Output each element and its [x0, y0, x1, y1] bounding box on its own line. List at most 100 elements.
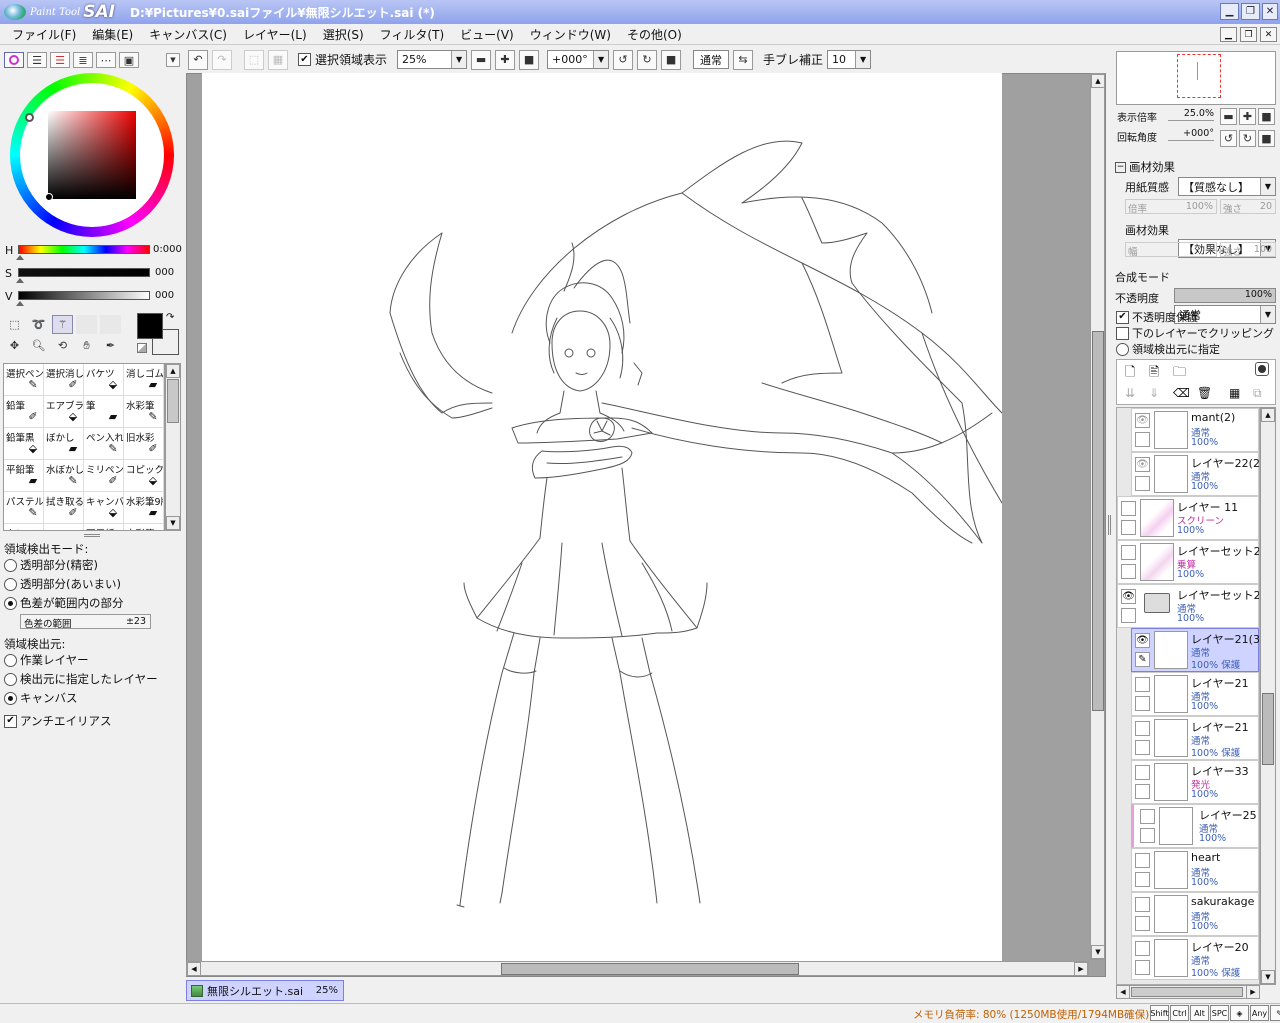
visibility-toggle[interactable]	[1121, 545, 1136, 560]
nav-zoom-in-button[interactable]: ✚	[1239, 108, 1256, 125]
detect-source-option-1[interactable]: 作業レイヤー	[4, 652, 89, 668]
mixer-tab[interactable]: ≣	[73, 52, 93, 68]
scroll-up-button[interactable]: ▲	[166, 364, 180, 378]
antialias-checkbox[interactable]: ✔	[4, 714, 17, 728]
ctrl-key[interactable]: Ctrl	[1170, 1005, 1189, 1021]
move-tool[interactable]: ✥	[4, 336, 25, 355]
navigator-preview[interactable]	[1116, 51, 1276, 105]
preserve-opacity-checkbox[interactable]: ✔	[1116, 310, 1129, 324]
color-range-slider[interactable]: 色差の範囲 ±23	[20, 614, 151, 630]
opacity-slider[interactable]: 100%	[1174, 288, 1276, 303]
eyedropper-tool[interactable]: ✒	[100, 336, 121, 355]
menu-canvas[interactable]: キャンバス(C)	[143, 26, 237, 43]
brush-icon[interactable]: ✎	[1135, 652, 1150, 667]
menu-filter[interactable]: フィルタ(T)	[374, 26, 454, 43]
detect-source-radio[interactable]	[1116, 342, 1129, 356]
layer-row-21a[interactable]: レイヤー21 通常 100%	[1131, 672, 1259, 716]
lock-toggle[interactable]	[1121, 520, 1136, 535]
layer-list-scrollbar[interactable]: ▲ ▼	[1260, 407, 1276, 985]
layer-row-11[interactable]: レイヤー 11 スクリーン 100%	[1117, 496, 1259, 540]
brush-tool-slot[interactable]: 消しゴム ▰	[124, 364, 164, 396]
scroll-down-button[interactable]: ▼	[1261, 970, 1275, 984]
sv-marker[interactable]	[45, 193, 53, 201]
mdi-minimize-button[interactable]: ▁	[1220, 27, 1237, 42]
s-thumb[interactable]	[16, 278, 24, 283]
brush-tool-slot[interactable]: 旧水彩 ✐	[124, 428, 164, 460]
magic-wand-tool[interactable]: ⚚	[52, 315, 73, 334]
brush-tool-slot[interactable]: 水彩筆✎	[124, 396, 164, 428]
pen-key-icon[interactable]: ✎	[1270, 1005, 1280, 1021]
lock-toggle[interactable]	[1121, 564, 1136, 579]
show-selection-checkbox[interactable]: ✔	[298, 53, 311, 66]
layer-row-22-2[interactable]: 👁︎ レイヤー22(2) 通常 100%	[1131, 452, 1259, 496]
brush-tool-slot[interactable]: エアブラシ⬙	[44, 396, 84, 428]
zoom-reset-button[interactable]: ■	[519, 49, 540, 70]
visibility-toggle[interactable]	[1135, 941, 1150, 956]
close-button[interactable]: ✕	[1262, 3, 1278, 20]
texture-strength-slider[interactable]: 強さ 20	[1220, 199, 1276, 215]
invert-selection-button[interactable]: ▦	[268, 49, 288, 70]
rotation-select[interactable]: +000° ▼	[547, 50, 610, 69]
merge-layers-icon[interactable]: ⧉	[1253, 386, 1262, 401]
lock-toggle[interactable]	[1135, 784, 1150, 799]
menu-other[interactable]: その他(O)	[621, 26, 692, 43]
layer-folder-set2[interactable]: 👁︎ レイヤーセット2 通常 100%	[1117, 584, 1259, 628]
eye-icon[interactable]: 👁︎	[1135, 457, 1150, 472]
scroll-thumb[interactable]	[1092, 331, 1104, 711]
lock-toggle[interactable]	[1135, 432, 1150, 447]
transparent-color-icon[interactable]	[137, 343, 147, 353]
any-key[interactable]: Any	[1250, 1005, 1269, 1021]
primary-color-fill[interactable]	[137, 313, 163, 339]
undo-button[interactable]: ↶	[188, 49, 208, 70]
brush-tool-slot[interactable]: 選択消し ✐	[44, 364, 84, 396]
splitter-handle[interactable]	[84, 534, 100, 537]
layer-list-hscrollbar[interactable]: ◀ ▶	[1116, 985, 1260, 999]
canvas-paper[interactable]	[202, 73, 1002, 961]
layer-row-sakurakage[interactable]: sakurakage 通常 100%	[1131, 892, 1259, 936]
layer-row-set2-multiply[interactable]: レイヤーセット2... 乗算 100%	[1117, 540, 1259, 584]
radio-selected[interactable]	[4, 691, 17, 705]
layer-row-20[interactable]: レイヤー20 通常 100% 保護	[1131, 936, 1259, 980]
canvas-horizontal-scrollbar[interactable]: ◀ ▶	[186, 961, 1089, 976]
layer-row-33[interactable]: レイヤー33 発光 100%	[1131, 760, 1259, 804]
scroll-thumb[interactable]	[501, 963, 799, 975]
brush-tool-slot[interactable]: 鉛筆 ✐	[4, 396, 44, 428]
nav-rotate-right-button[interactable]: ↻	[1239, 130, 1256, 147]
texture-select[interactable]: 【質感なし】 ▼	[1178, 177, 1276, 196]
rotate-tool[interactable]: ⟲	[52, 336, 73, 355]
eye-icon[interactable]: 👁︎	[1135, 413, 1150, 428]
clip-below-checkbox[interactable]	[1116, 326, 1129, 340]
sv-square[interactable]	[48, 111, 136, 199]
brush-tool-slot[interactable]: クレヨン✐	[4, 524, 44, 530]
brush-tool-slot[interactable]: 水彩筆✎	[124, 524, 164, 530]
visibility-toggle[interactable]	[1135, 721, 1150, 736]
brush-tool-slot[interactable]: キャンバスアクリル⬙	[84, 492, 124, 524]
menu-window[interactable]: ウィンドウ(W)	[524, 26, 621, 43]
scroll-down-button[interactable]: ▼	[166, 516, 180, 530]
scroll-up-button[interactable]: ▲	[1091, 74, 1105, 88]
swatches-tab[interactable]: ⋯	[96, 52, 116, 68]
brush-tool-slot[interactable]: ペン入れ ✎	[84, 428, 124, 460]
brush-tool-slot[interactable]: パステル ✎	[4, 492, 44, 524]
alt-key[interactable]: Alt	[1190, 1005, 1209, 1021]
layer-row-heart[interactable]: heart 通常 100%	[1131, 848, 1259, 892]
detect-source-option-2[interactable]: 検出元に指定したレイヤー	[4, 671, 158, 687]
navigator-viewport-box[interactable]	[1177, 54, 1221, 98]
lock-toggle[interactable]	[1135, 696, 1150, 711]
lock-toggle[interactable]	[1135, 916, 1150, 931]
panel-menu-button[interactable]: ▼	[166, 53, 180, 67]
delete-layer-icon[interactable]: 🗑︎	[1197, 386, 1212, 400]
scroll-right-button[interactable]: ▶	[1074, 962, 1088, 976]
layer-row-mant2[interactable]: 👁︎ mant(2) 通常 100%	[1131, 408, 1259, 452]
zoom-tool[interactable]: 🔍︎	[28, 336, 49, 355]
lock-toggle[interactable]	[1135, 740, 1150, 755]
nav-rotate-value[interactable]: +000°	[1168, 128, 1214, 141]
deselect-button[interactable]: ⬚	[244, 49, 264, 70]
visibility-toggle[interactable]	[1121, 501, 1136, 516]
menu-edit[interactable]: 編集(E)	[86, 26, 143, 43]
visibility-toggle[interactable]	[1135, 897, 1150, 912]
brush-tool-slot[interactable]: 選択ペン ✎	[4, 364, 44, 396]
radio[interactable]	[4, 653, 17, 667]
brush-tool-slot[interactable]: 鉛筆黒 ⬙	[4, 428, 44, 460]
scroll-left-button[interactable]: ◀	[187, 962, 201, 976]
